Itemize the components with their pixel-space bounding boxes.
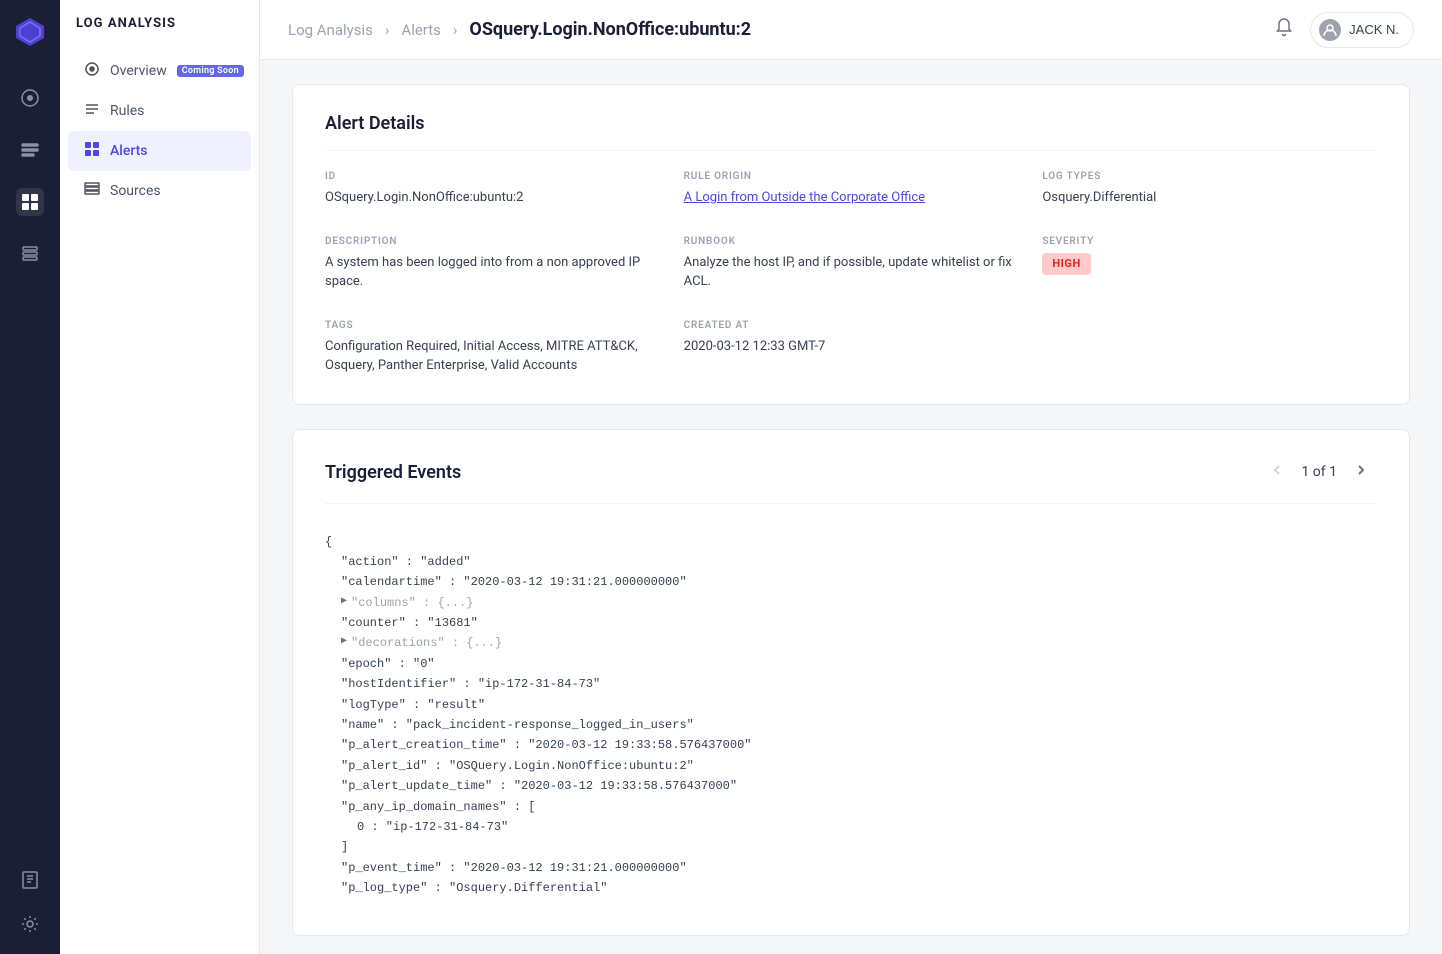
- json-line: "p_alert_update_time" : "2020-03-12 19:3…: [325, 776, 1377, 796]
- nav-item-sources[interactable]: Sources: [68, 171, 251, 211]
- notifications-bell-button[interactable]: [1274, 17, 1294, 42]
- detail-severity: SEVERITY HIGH: [1042, 236, 1377, 292]
- detail-rule-origin: RULE ORIGIN A Login from Outside the Cor…: [684, 171, 1019, 208]
- json-line: "name" : "pack_incident-response_logged_…: [325, 715, 1377, 735]
- alerts-nav-label: Alerts: [110, 143, 148, 159]
- rules-nav-label: Rules: [110, 103, 144, 119]
- rule-origin-link[interactable]: A Login from Outside the Corporate Offic…: [684, 190, 925, 205]
- json-line[interactable]: ▶"columns" : {...}: [325, 593, 1377, 613]
- json-line[interactable]: ▶"decorations" : {...}: [325, 633, 1377, 653]
- sidebar-icon-settings[interactable]: [16, 910, 44, 938]
- id-value: OSquery.Login.NonOffice:ubuntu:2: [325, 188, 660, 208]
- triggered-events-title: Triggered Events: [325, 462, 461, 483]
- sidebar-icon-alerts[interactable]: [16, 188, 44, 216]
- rule-origin-value: A Login from Outside the Corporate Offic…: [684, 188, 1019, 208]
- prev-page-button[interactable]: [1261, 458, 1293, 487]
- description-label: DESCRIPTION: [325, 236, 660, 247]
- runbook-label: RUNBOOK: [684, 236, 1019, 247]
- user-avatar: [1319, 19, 1341, 41]
- detail-log-types: LOG TYPES Osquery.Differential: [1042, 171, 1377, 208]
- created-at-value: 2020-03-12 12:33 GMT-7: [684, 337, 1019, 357]
- alerts-nav-icon: [84, 141, 100, 161]
- json-line: "p_alert_id" : "OSQuery.Login.NonOffice:…: [325, 756, 1377, 776]
- detail-created-at: CREATED AT 2020-03-12 12:33 GMT-7: [684, 320, 1019, 376]
- json-line: ]: [325, 837, 1377, 857]
- pagination: 1 of 1: [1261, 458, 1377, 487]
- sources-nav-icon: [84, 181, 100, 201]
- json-line: "counter" : "13681": [325, 613, 1377, 633]
- next-page-button[interactable]: [1345, 458, 1377, 487]
- rule-origin-label: RULE ORIGIN: [684, 171, 1019, 182]
- detail-runbook: RUNBOOK Analyze the host IP, and if poss…: [684, 236, 1019, 292]
- created-at-label: CREATED AT: [684, 320, 1019, 331]
- rules-nav-icon: [84, 101, 100, 121]
- sidebar-icon-rules[interactable]: [16, 136, 44, 164]
- json-line: "p_alert_creation_time" : "2020-03-12 19…: [325, 735, 1377, 755]
- json-viewer: {"action" : "added""calendartime" : "202…: [325, 524, 1377, 907]
- severity-value: HIGH: [1042, 253, 1377, 276]
- json-line: "hostIdentifier" : "ip-172-31-84-73": [325, 674, 1377, 694]
- events-header: Triggered Events 1 of 1: [325, 458, 1377, 504]
- alert-details-title: Alert Details: [325, 113, 1377, 151]
- json-toggle-icon: ▶: [341, 593, 347, 610]
- severity-badge: HIGH: [1042, 253, 1090, 276]
- tags-value: Configuration Required, Initial Access, …: [325, 337, 660, 376]
- json-line: "action" : "added": [325, 552, 1377, 572]
- overview-nav-icon: [84, 61, 100, 81]
- json-line: {: [325, 532, 1377, 552]
- runbook-value: Analyze the host IP, and if possible, up…: [684, 253, 1019, 292]
- sources-nav-label: Sources: [110, 183, 161, 199]
- topbar: Log Analysis › Alerts › OSquery.Login.No…: [260, 0, 1442, 60]
- detail-tags: TAGS Configuration Required, Initial Acc…: [325, 320, 660, 376]
- user-name: JACK N.: [1349, 22, 1399, 37]
- nav-item-overview[interactable]: Overview Coming Soon: [68, 51, 251, 91]
- severity-label: SEVERITY: [1042, 236, 1377, 247]
- details-grid: ID OSquery.Login.NonOffice:ubuntu:2 RULE…: [325, 171, 1377, 376]
- triggered-events-card: Triggered Events 1 of 1 {: [292, 429, 1410, 936]
- detail-id: ID OSquery.Login.NonOffice:ubuntu:2: [325, 171, 660, 208]
- json-line: "calendartime" : "2020-03-12 19:31:21.00…: [325, 572, 1377, 592]
- nav-panel: LOG ANALYSIS Overview Coming Soon Rules: [60, 0, 260, 954]
- main-content: Log Analysis › Alerts › OSquery.Login.No…: [260, 0, 1442, 954]
- page-info: 1 of 1: [1301, 464, 1337, 480]
- coming-soon-badge: Coming Soon: [177, 65, 244, 77]
- app-title: LOG ANALYSIS: [60, 16, 259, 51]
- sidebar-logo: [14, 16, 46, 52]
- json-line: "logType" : "result": [325, 695, 1377, 715]
- json-line: "epoch" : "0": [325, 654, 1377, 674]
- tags-label: TAGS: [325, 320, 660, 331]
- breadcrumb-sep-1: ›: [385, 21, 390, 39]
- id-label: ID: [325, 171, 660, 182]
- json-line: "p_event_time" : "2020-03-12 19:31:21.00…: [325, 858, 1377, 878]
- sidebar: [0, 0, 60, 954]
- description-value: A system has been logged into from a non…: [325, 253, 660, 292]
- breadcrumb-current: OSquery.Login.NonOffice:ubuntu:2: [469, 19, 751, 40]
- sidebar-icon-overview[interactable]: [16, 84, 44, 112]
- sidebar-icon-sources[interactable]: [16, 240, 44, 268]
- detail-description: DESCRIPTION A system has been logged int…: [325, 236, 660, 292]
- alert-details-card: Alert Details ID OSquery.Login.NonOffice…: [292, 84, 1410, 405]
- breadcrumb-sep-2: ›: [453, 21, 458, 39]
- breadcrumb-alerts[interactable]: Alerts: [401, 21, 441, 39]
- json-toggle-icon: ▶: [341, 633, 347, 650]
- overview-nav-label: Overview: [110, 63, 167, 79]
- json-line: "p_any_ip_domain_names" : [: [325, 797, 1377, 817]
- nav-item-alerts[interactable]: Alerts: [68, 131, 251, 171]
- user-menu-button[interactable]: JACK N.: [1310, 12, 1414, 48]
- log-types-value: Osquery.Differential: [1042, 188, 1377, 208]
- log-types-label: LOG TYPES: [1042, 171, 1377, 182]
- sidebar-icon-book[interactable]: [16, 866, 44, 894]
- breadcrumb-log-analysis[interactable]: Log Analysis: [288, 21, 373, 39]
- json-line: "p_log_type" : "Osquery.Differential": [325, 878, 1377, 898]
- json-line: 0 : "ip-172-31-84-73": [325, 817, 1377, 837]
- nav-item-rules[interactable]: Rules: [68, 91, 251, 131]
- content-area: Alert Details ID OSquery.Login.NonOffice…: [260, 60, 1442, 954]
